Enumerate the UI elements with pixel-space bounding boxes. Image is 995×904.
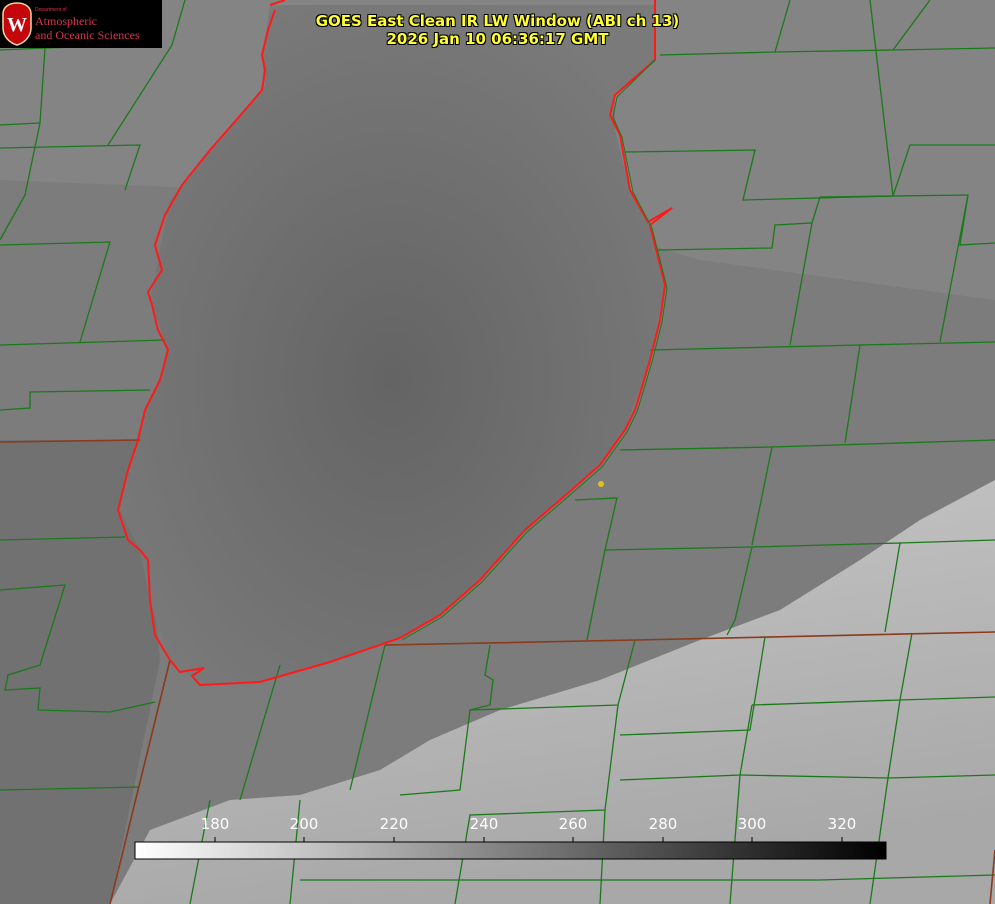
colorbar-tick-label: 180	[200, 815, 230, 833]
colorbar-tick-label: 220	[379, 815, 409, 833]
image-title: GOES East Clean IR LW Window (ABI ch 13)	[315, 12, 680, 30]
colorbar-tick-label: 240	[469, 815, 499, 833]
satellite-image-map	[0, 0, 995, 904]
station-marker	[598, 481, 604, 487]
colorbar	[134, 841, 887, 860]
image-timestamp: 2026 Jan 10 06:36:17 GMT	[386, 30, 609, 48]
colorbar-tick-label: 320	[827, 815, 857, 833]
colorbar-tick-label: 280	[648, 815, 678, 833]
colorbar-tick-label: 260	[558, 815, 588, 833]
colorbar-tick-label: 200	[289, 815, 319, 833]
colorbar-tick-label: 300	[737, 815, 767, 833]
